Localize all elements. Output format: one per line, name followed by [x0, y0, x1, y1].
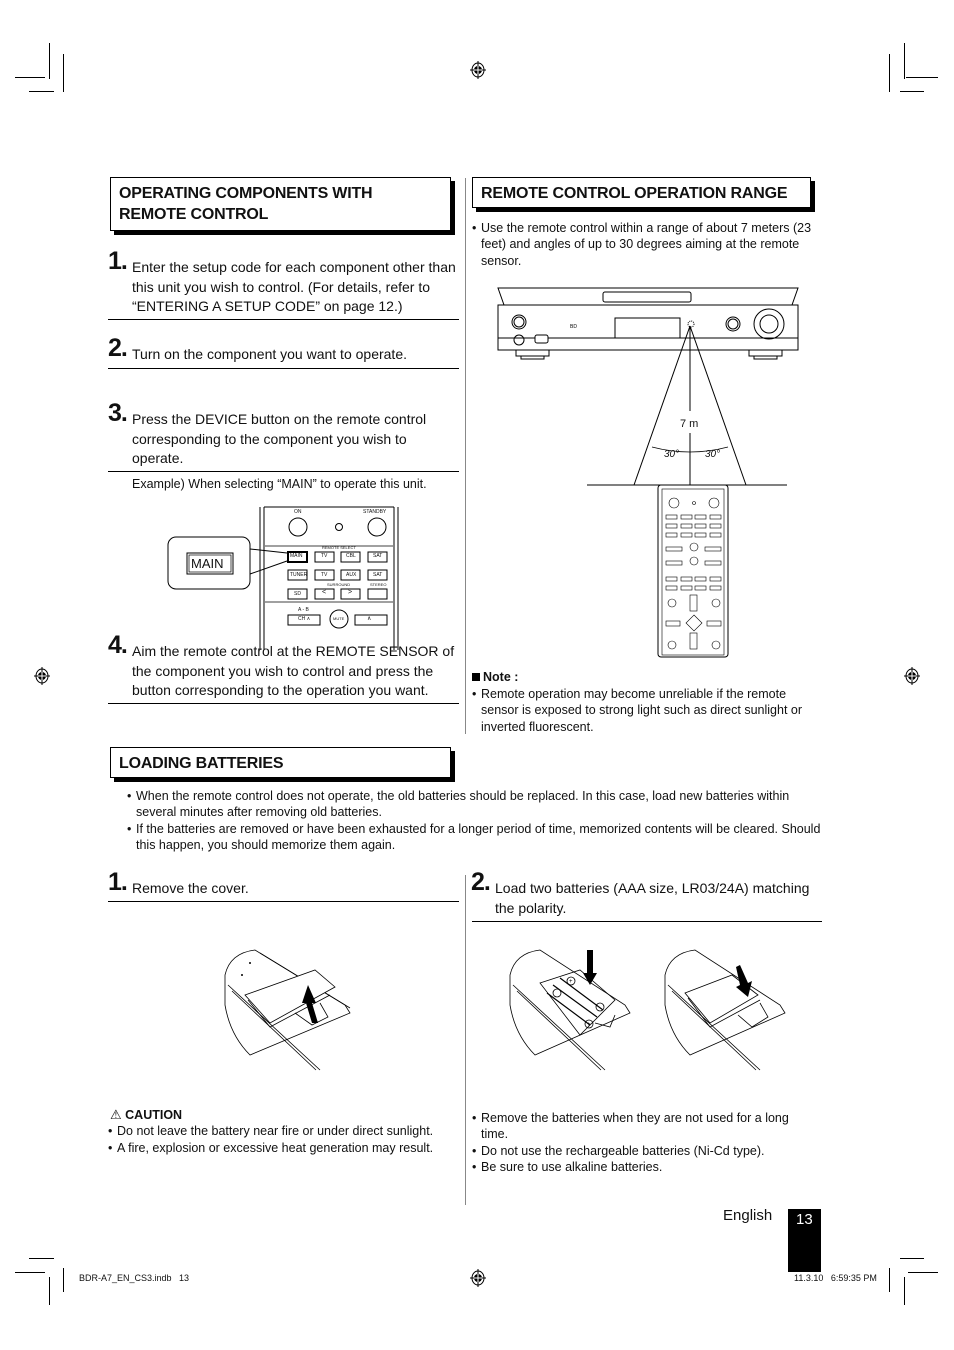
remote-label-standby: STANDBY [363, 509, 387, 515]
column-divider [465, 178, 466, 734]
remote-btn-tv: TV [321, 553, 328, 559]
svg-text:+: + [587, 1022, 591, 1028]
step-text: Turn on the component you want to operat… [132, 346, 407, 362]
range-angle-left: 30° [664, 449, 680, 460]
remote-btn-up: ∧ [367, 616, 372, 622]
section-heading-batteries: LOADING BATTERIES [110, 747, 451, 778]
remote-btn-sat: SAT [373, 553, 383, 559]
language-label: English [723, 1207, 773, 1224]
note-bullet: Remote operation may become unreliable i… [472, 686, 824, 735]
caution-bullet: A fire, explosion or excessive heat gene… [108, 1140, 460, 1157]
column-divider [465, 875, 466, 1205]
caution-bullet-list: Do not leave the battery near fire or un… [108, 1123, 460, 1157]
divider [108, 901, 459, 902]
page-number-tab: 13 [788, 1209, 821, 1272]
caution-title: CAUTION [125, 1108, 183, 1122]
main-callout-label: MAIN [191, 556, 224, 571]
batteries-step-1: 1. Remove the cover. [108, 870, 460, 899]
step-text: Enter the setup code for each component … [132, 259, 456, 314]
operating-step-2: 2. Turn on the component you want to ope… [108, 336, 460, 365]
remote-btn-tv2: TV [321, 572, 328, 578]
step-text: Aim the remote control at the REMOTE SEN… [132, 643, 455, 698]
range-angle-right: 30° [705, 449, 721, 460]
step-number: 1. [108, 247, 128, 275]
step-text: Load two batteries (AAA size, LR03/24A) … [495, 880, 810, 916]
remote-btn-main: MAIN [290, 553, 303, 559]
section-heading-operating: OPERATING COMPONENTS WITH REMOTE CONTROL [110, 177, 451, 231]
step-text: Press the DEVICE button on the remote co… [132, 411, 427, 466]
step-number: 2. [108, 334, 128, 362]
registration-mark-icon [470, 61, 486, 79]
remote-btn-tuner: TUNER [290, 572, 308, 578]
battery-tip: Remove the batteries when they are not u… [472, 1110, 812, 1143]
registration-mark-icon [904, 667, 920, 685]
registration-mark-icon [34, 667, 50, 685]
divider [108, 368, 459, 369]
range-bullet: Use the remote control within a range of… [472, 220, 824, 269]
caution-bullet: Do not leave the battery near fire or un… [108, 1123, 460, 1140]
remove-cover-illustration [224, 949, 351, 1071]
step-number: 4. [108, 631, 128, 659]
batteries-bullet: When the remote control does not operate… [127, 788, 822, 821]
svg-text:BD: BD [570, 324, 577, 330]
operating-step-3: 3. Press the DEVICE button on the remote… [108, 401, 460, 469]
range-bullet-list: Use the remote control within a range of… [472, 220, 824, 269]
step-number: 3. [108, 399, 128, 427]
operating-step-4: 4. Aim the remote control at the REMOTE … [108, 633, 464, 701]
remote-btn-sd: SD [294, 591, 301, 597]
divider [108, 471, 459, 472]
remote-btn-right: > [348, 589, 353, 596]
remote-btn-sat2: SAT [373, 572, 383, 578]
remote-btn-aux: AUX [346, 572, 357, 578]
remote-btn-left: < [322, 589, 327, 596]
remote-label-stereo: STEREO [370, 582, 387, 587]
section-heading-range: REMOTE CONTROL OPERATION RANGE [472, 177, 811, 208]
remote-btn-mute: MUTE [333, 616, 345, 621]
note-bullet-list: Remote operation may become unreliable i… [472, 686, 824, 735]
step-number: 1. [108, 868, 128, 896]
svg-text:+: + [569, 979, 573, 985]
caution-heading: ⚠ CAUTION [110, 1107, 182, 1123]
print-timestamp: 11.3.10 6:59:35 PM [794, 1273, 877, 1283]
insert-batteries-illustration: ++ [509, 949, 631, 1071]
divider [472, 921, 822, 922]
remote-label-select: REMOTE SELECT [322, 545, 356, 550]
note-heading: Note : [472, 669, 518, 685]
remote-label-on: ON [294, 509, 302, 515]
batteries-bullet-list: When the remote control does not operate… [127, 788, 822, 853]
square-bullet-icon [472, 673, 480, 681]
range-distance-label: 7 m [680, 418, 699, 430]
remote-btn-cbl: CBL [346, 553, 356, 559]
file-slug: BDR-A7_EN_CS3.indb 13 [79, 1273, 190, 1283]
divider [108, 703, 459, 704]
operating-step-1: 1. Enter the setup code for each compone… [108, 249, 460, 317]
batteries-step-2: 2. Load two batteries (AAA size, LR03/24… [471, 870, 826, 918]
battery-tip: Be sure to use alkaline batteries. [472, 1159, 812, 1176]
step-text: Remove the cover. [132, 880, 249, 896]
step-number: 2. [471, 868, 491, 896]
registration-mark-icon [470, 1269, 486, 1287]
warning-triangle-icon: ⚠ [110, 1107, 122, 1122]
note-title: Note : [483, 670, 519, 684]
remote-btn-ch-up: CH ∧ [298, 616, 311, 622]
example-caption: Example) When selecting “MAIN” to operat… [132, 477, 427, 491]
remote-label-surround: SURROUND [327, 582, 351, 587]
divider [108, 319, 459, 320]
batteries-bullet: If the batteries are removed or have bee… [127, 821, 822, 854]
battery-tips-list: Remove the batteries when they are not u… [472, 1110, 812, 1175]
battery-tip: Do not use the rechargeable batteries (N… [472, 1143, 812, 1160]
remote-label-ab: A - B [298, 607, 309, 613]
replace-cover-illustration [664, 949, 786, 1071]
page-number: 13 [796, 1211, 813, 1228]
